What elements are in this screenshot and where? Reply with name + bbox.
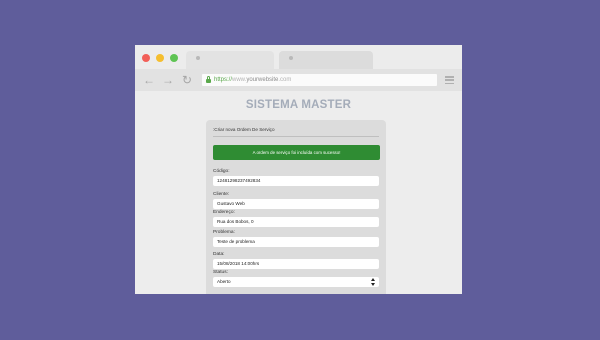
code-field[interactable]: 12481298237492834: [213, 176, 379, 186]
window-controls: [142, 54, 178, 62]
status-select-value: Aberto: [217, 279, 231, 284]
address-field[interactable]: Rua dos Bobos, 0: [213, 217, 379, 227]
browser-toolbar: ← → ↻ https://www.yourwebsite.com: [135, 69, 462, 91]
success-alert: A ordem de serviço foi incluída com suce…: [213, 145, 380, 160]
date-field[interactable]: 15/08/2018 14:00hrs: [213, 259, 379, 269]
browser-window: ← → ↻ https://www.yourwebsite.com SISTEM…: [135, 45, 462, 294]
problem-label: Problema:: [213, 230, 235, 235]
status-select[interactable]: Aberto: [213, 277, 379, 287]
tab-favicon-icon: [196, 56, 200, 60]
back-arrow-icon[interactable]: ←: [143, 73, 155, 87]
url-text: https://www.yourwebsite.com: [214, 77, 292, 83]
divider: [213, 136, 379, 137]
maximize-window-button[interactable]: [170, 54, 178, 62]
hamburger-menu-icon[interactable]: [445, 76, 454, 84]
reload-icon[interactable]: ↻: [182, 73, 192, 87]
tab-favicon-icon: [289, 56, 293, 60]
close-window-button[interactable]: [142, 54, 150, 62]
minimize-window-button[interactable]: [156, 54, 164, 62]
code-label: Código:: [213, 169, 230, 174]
page-title: SISTEMA MASTER: [245, 99, 352, 111]
address-label: Endereço:: [213, 210, 235, 215]
service-order-form: :Criar nova Ordem De Serviço A ordem de …: [206, 120, 386, 294]
tab-bar: [135, 45, 462, 69]
date-label: Data:: [213, 252, 225, 257]
client-field[interactable]: Gustavo Web: [213, 199, 379, 209]
client-label: Cliente:: [213, 192, 230, 197]
browser-tab-active[interactable]: [186, 51, 274, 69]
lock-icon: [206, 76, 211, 83]
problem-field[interactable]: Teste de problema: [213, 237, 379, 247]
forward-arrow-icon[interactable]: →: [162, 73, 174, 87]
address-bar[interactable]: https://www.yourwebsite.com: [202, 74, 437, 86]
select-arrows-icon: [371, 278, 376, 286]
browser-tab[interactable]: [279, 51, 373, 69]
form-header: :Criar nova Ordem De Serviço: [213, 127, 275, 132]
page-content: SISTEMA MASTER :Criar nova Ordem De Serv…: [135, 91, 462, 294]
status-label: Status:: [213, 270, 228, 275]
